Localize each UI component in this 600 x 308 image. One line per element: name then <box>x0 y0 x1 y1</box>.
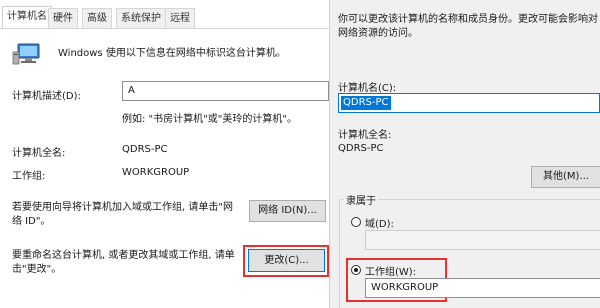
network-id-button-label: 网络 ID(N)... <box>258 205 317 216</box>
change-button-label: 更改(C)... <box>264 255 309 266</box>
workgroup-label: 工作组: <box>12 171 46 182</box>
domain-radio[interactable] <box>351 217 361 227</box>
workgroup-input[interactable]: WORKGROUP <box>365 278 600 298</box>
rename-intro-text: 你可以更改该计算机的名称和成员身份。更改可能会影响对网络资源的访问。 <box>338 14 598 39</box>
computer-name-label: 计算机名(C): <box>338 83 397 94</box>
rename-dialog-panel: 你可以更改该计算机的名称和成员身份。更改可能会影响对网络资源的访问。 计算机名(… <box>329 0 600 308</box>
network-id-text: 若要使用向导将计算机加入域或工作组, 请单击"网络 ID"。 <box>12 202 233 227</box>
workgroup-option-label: 工作组(W): <box>365 267 417 278</box>
description-input[interactable]: A <box>122 81 329 101</box>
tab-advanced[interactable]: 高级 <box>82 8 112 29</box>
computer-monitor-icon <box>12 42 42 68</box>
tab-remote[interactable]: 远程 <box>165 8 195 29</box>
member-of-group-top-border <box>339 199 600 200</box>
change-button[interactable]: 更改(C)... <box>248 249 325 272</box>
tab-computer-name[interactable]: 计算机名 <box>2 6 52 29</box>
tab-label: 计算机名 <box>7 11 47 22</box>
computer-name-input[interactable]: QDRS-PC <box>338 93 600 113</box>
description-example: 例如: "书房计算机"或"美玲的计算机"。 <box>122 114 297 125</box>
tab-label: 系统保护 <box>121 13 161 24</box>
workgroup-radio[interactable] <box>351 265 361 275</box>
full-name-value: QDRS-PC <box>122 144 168 155</box>
full-name-label: 计算机全名: <box>12 148 66 159</box>
member-of-label: 隶属于 <box>344 192 378 207</box>
tab-system-protection[interactable]: 系统保护 <box>116 8 166 29</box>
domain-input[interactable] <box>365 230 600 250</box>
tab-hardware[interactable]: 硬件 <box>48 8 78 29</box>
tab-label: 高级 <box>87 13 107 24</box>
computer-name-selected-text: QDRS-PC <box>341 96 391 110</box>
domain-label: 域(D): <box>365 219 394 230</box>
system-properties-panel: 计算机名 硬件 高级 系统保护 远程 Windows 使用以下信息在网络中标识这… <box>0 0 329 308</box>
tab-label: 硬件 <box>53 13 73 24</box>
rename-text: 要重命名这台计算机, 或者更改其域或工作组, 请单击"更改"。 <box>12 250 235 275</box>
more-button-label: 其他(M)... <box>543 171 589 182</box>
intro-text: Windows 使用以下信息在网络中标识这台计算机。 <box>58 48 286 59</box>
network-id-button[interactable]: 网络 ID(N)... <box>249 200 326 222</box>
workgroup-input-value: WORKGROUP <box>371 282 439 293</box>
workgroup-value: WORKGROUP <box>122 167 190 178</box>
dialog-full-name-label: 计算机全名: <box>338 130 392 141</box>
member-of-group-left-border <box>339 199 340 308</box>
tab-label: 远程 <box>170 13 190 24</box>
tab-strip-divider <box>0 28 329 29</box>
dialog-full-name-value: QDRS-PC <box>338 143 384 154</box>
more-button[interactable]: 其他(M)... <box>531 166 600 188</box>
description-label: 计算机描述(D): <box>12 91 81 102</box>
workgroup-radio-selected-dot <box>354 268 358 272</box>
description-value: A <box>128 85 135 96</box>
